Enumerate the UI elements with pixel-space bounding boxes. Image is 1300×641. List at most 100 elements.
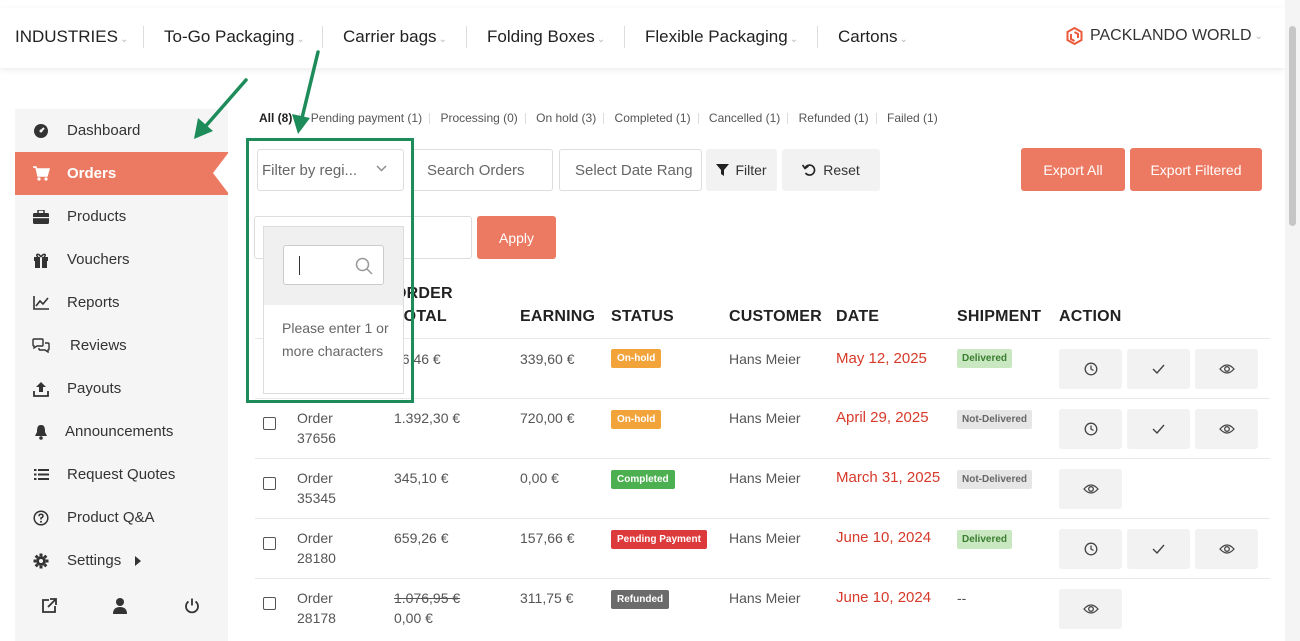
filter-button[interactable]: Filter	[706, 149, 777, 191]
order-date: June 10, 2024	[836, 529, 932, 546]
history-button[interactable]	[1059, 529, 1122, 569]
sidebar-item-label: Products	[67, 208, 127, 225]
divider	[624, 26, 625, 48]
cart-icon	[32, 165, 50, 183]
gear-icon	[32, 552, 50, 570]
eye-icon	[1082, 603, 1099, 615]
nav-folding-boxes[interactable]: Folding Boxes ⌄	[487, 27, 605, 47]
mark-complete-button[interactable]	[1127, 409, 1190, 449]
tab-completed[interactable]: Completed (1)	[615, 111, 691, 125]
order-number[interactable]: 28178	[297, 608, 336, 628]
table-row: Order 35345 345,10 € 0,00 € Completed Ha…	[255, 458, 1270, 518]
table-row: Order 28178 1.076,95 € 0,00 € 311,75 € R…	[255, 578, 1270, 638]
export-filtered-button[interactable]: Export Filtered	[1130, 148, 1262, 191]
view-button[interactable]	[1195, 529, 1258, 569]
sidebar-item-products[interactable]: Products	[15, 195, 228, 238]
nav-to-go-packaging[interactable]: To-Go Packaging ⌄	[164, 27, 305, 47]
sidebar-item-reports[interactable]: Reports	[15, 281, 228, 324]
mark-complete-button[interactable]	[1127, 529, 1190, 569]
active-indicator-notch	[213, 152, 229, 194]
sidebar-item-vouchers[interactable]: Vouchers	[15, 238, 228, 281]
tab-on-hold[interactable]: On hold (3)	[536, 111, 596, 125]
divider	[524, 113, 526, 125]
view-button[interactable]	[1195, 409, 1258, 449]
order-earning: 0,00 €	[520, 470, 559, 486]
divider	[466, 26, 467, 48]
chevron-down-icon: ⌄	[1254, 30, 1263, 42]
nav-to-go-label: To-Go Packaging	[164, 27, 295, 46]
date-range-input[interactable]: Select Date Rang	[559, 149, 702, 191]
mark-complete-button[interactable]	[1127, 349, 1190, 389]
tab-failed[interactable]: Failed (1)	[887, 111, 938, 125]
sidebar-item-settings[interactable]: Settings	[15, 539, 228, 582]
brand-link[interactable]: PACKLANDO WORLD ⌄	[1066, 27, 1263, 45]
nav-cartons[interactable]: Cartons ⌄	[838, 27, 908, 47]
caret-right-icon	[135, 555, 142, 566]
search-orders-input[interactable]: Search Orders	[412, 149, 553, 191]
tab-all[interactable]: All (8)	[259, 111, 292, 125]
divider	[817, 26, 818, 48]
order-label[interactable]: Order	[297, 408, 333, 428]
user-icon[interactable]	[111, 597, 129, 615]
apply-button[interactable]: Apply	[477, 216, 556, 259]
column-header-earning: EARNING	[520, 308, 596, 325]
nav-industries-label: INDUSTRIES	[15, 27, 118, 46]
export-all-button[interactable]: Export All	[1021, 148, 1125, 191]
reset-button[interactable]: Reset	[782, 149, 880, 191]
sidebar-item-label: Dashboard	[67, 122, 141, 139]
chevron-down-icon: ⌄	[438, 34, 447, 45]
sidebar-item-product-qa[interactable]: Product Q&A	[15, 496, 228, 539]
row-checkbox[interactable]	[263, 417, 276, 430]
nav-flexible-packaging[interactable]: Flexible Packaging ⌄	[645, 27, 798, 47]
sidebar-item-dashboard[interactable]: Dashboard	[15, 109, 228, 152]
nav-industries[interactable]: INDUSTRIES ⌄	[15, 27, 128, 47]
order-number[interactable]: 35345	[297, 488, 336, 508]
sidebar-item-label: Settings	[67, 552, 122, 569]
order-number[interactable]: 37656	[297, 428, 336, 448]
dashboard-icon	[32, 122, 50, 140]
tab-pending-payment[interactable]: Pending payment (1)	[311, 111, 422, 125]
clock-icon	[1084, 422, 1098, 436]
sidebar-item-label: Announcements	[65, 423, 174, 440]
status-badge: Refunded	[611, 590, 670, 609]
shipment-badge: Delivered	[957, 530, 1013, 549]
customer-name: Hans Meier	[729, 351, 801, 367]
order-label[interactable]: Order	[297, 588, 333, 608]
history-button[interactable]	[1059, 349, 1122, 389]
chevron-down-icon: ⌄	[296, 34, 305, 45]
tab-refunded[interactable]: Refunded (1)	[799, 111, 869, 125]
view-button[interactable]	[1195, 349, 1258, 389]
tab-processing[interactable]: Processing (0)	[440, 111, 517, 125]
divider	[299, 113, 301, 125]
history-button[interactable]	[1059, 409, 1122, 449]
row-checkbox[interactable]	[263, 597, 276, 610]
column-header-action: ACTION	[1059, 308, 1122, 325]
view-button[interactable]	[1059, 469, 1122, 509]
order-label[interactable]: Order	[297, 528, 333, 548]
shipment-badge: Not-Delivered	[957, 410, 1033, 429]
sidebar-item-reviews[interactable]: Reviews	[15, 324, 228, 367]
brand-label: PACKLANDO WORLD	[1090, 27, 1252, 44]
customer-name: Hans Meier	[729, 470, 801, 486]
nav-carrier-bags[interactable]: Carrier bags ⌄	[343, 27, 447, 47]
sidebar-item-payouts[interactable]: Payouts	[15, 367, 228, 410]
order-date: April 29, 2025	[836, 409, 929, 426]
column-header-date: DATE	[836, 308, 880, 325]
external-link-icon[interactable]	[40, 597, 58, 615]
table-row: Order 28180 659,26 € 157,66 € Pending Pa…	[255, 518, 1270, 578]
view-button[interactable]	[1059, 589, 1122, 629]
sidebar-item-announcements[interactable]: Announcements	[15, 410, 228, 453]
tab-cancelled[interactable]: Cancelled (1)	[709, 111, 780, 125]
scrollbar-thumb[interactable]	[1289, 26, 1296, 226]
sidebar-item-request-quotes[interactable]: Request Quotes	[15, 453, 228, 496]
divider	[429, 113, 431, 125]
row-checkbox[interactable]	[263, 477, 276, 490]
chevron-down-icon: ⌄	[899, 34, 908, 45]
order-label[interactable]: Order	[297, 468, 333, 488]
sidebar-item-orders[interactable]: Orders	[15, 152, 228, 195]
power-icon[interactable]	[183, 597, 201, 615]
nav-flexible-label: Flexible Packaging	[645, 27, 788, 46]
order-number[interactable]: 28180	[297, 548, 336, 568]
top-navigation: INDUSTRIES ⌄ To-Go Packaging ⌄ Carrier bag…	[0, 8, 1285, 68]
row-checkbox[interactable]	[263, 537, 276, 550]
